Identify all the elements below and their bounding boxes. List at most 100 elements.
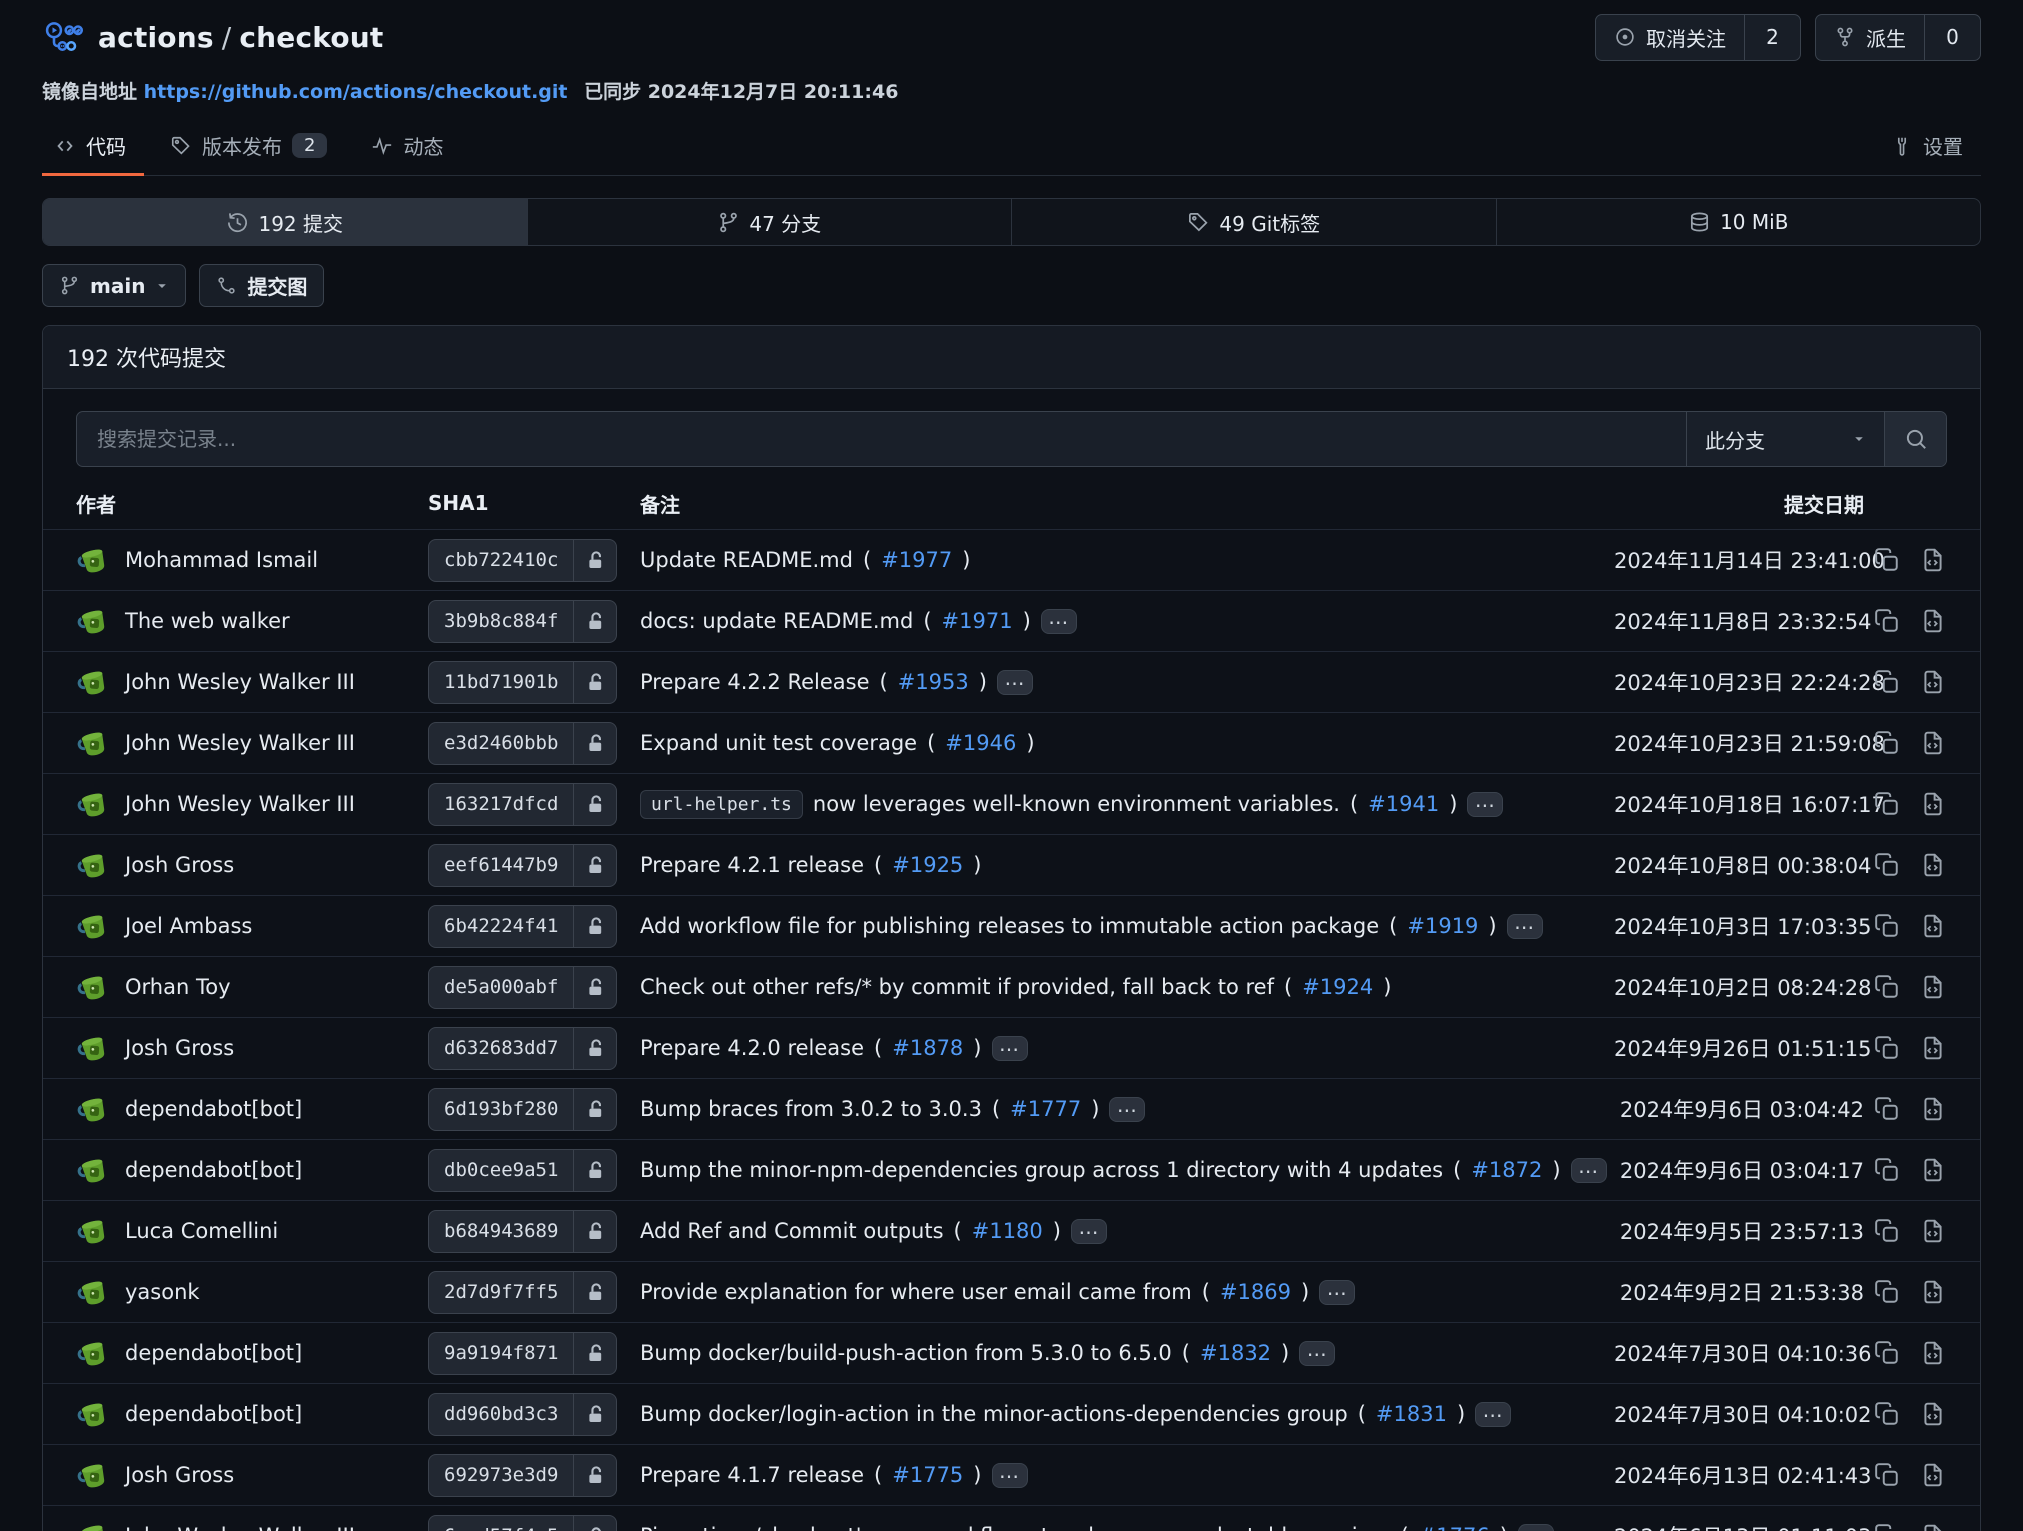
commit-more-button[interactable]: …	[1319, 1280, 1355, 1305]
copy-sha-button[interactable]	[1864, 845, 1910, 885]
copy-sha-button[interactable]	[1864, 723, 1910, 763]
repo-name-link[interactable]: checkout	[239, 21, 383, 54]
commit-sha-button[interactable]: 6ccd57f4c5	[428, 1515, 617, 1531]
browse-files-button[interactable]	[1910, 723, 1956, 763]
copy-sha-button[interactable]	[1864, 1333, 1910, 1373]
browse-files-button[interactable]	[1910, 662, 1956, 702]
commit-sha-button[interactable]: b684943689	[428, 1210, 617, 1253]
tab-settings[interactable]: 设置	[1879, 119, 1981, 175]
commit-sha-button[interactable]: 6d193bf280	[428, 1088, 617, 1131]
browse-files-button[interactable]	[1910, 784, 1956, 824]
commit-sha-button[interactable]: 692973e3d9	[428, 1454, 617, 1497]
commit-issue-link[interactable]: #1977	[881, 548, 952, 572]
commit-issue-link[interactable]: #1953	[898, 670, 969, 694]
tab-activity[interactable]: 动态	[359, 119, 461, 175]
commit-sha-button[interactable]: 2d7d9f7ff5	[428, 1271, 617, 1314]
commit-more-button[interactable]: …	[1299, 1341, 1335, 1366]
commit-search-input[interactable]	[77, 412, 1686, 466]
browse-files-button[interactable]	[1910, 1394, 1956, 1434]
commit-more-button[interactable]: …	[1475, 1402, 1511, 1427]
copy-sha-button[interactable]	[1864, 1516, 1910, 1531]
copy-sha-button[interactable]	[1864, 906, 1910, 946]
commit-sha-button[interactable]: eef61447b9	[428, 844, 617, 887]
browse-files-button[interactable]	[1910, 1211, 1956, 1251]
browse-files-button[interactable]	[1910, 1333, 1956, 1373]
copy-sha-button[interactable]	[1864, 1150, 1910, 1190]
commit-issue-link[interactable]: #1971	[942, 609, 1013, 633]
browse-files-button[interactable]	[1910, 1028, 1956, 1068]
commit-issue-link[interactable]: #1878	[892, 1036, 963, 1060]
copy-sha-button[interactable]	[1864, 1272, 1910, 1312]
commit-more-button[interactable]: …	[992, 1036, 1028, 1061]
commit-more-button[interactable]: …	[992, 1463, 1028, 1488]
copy-sha-button[interactable]	[1864, 1089, 1910, 1129]
browse-files-button[interactable]	[1910, 601, 1956, 641]
commit-issue-link[interactable]: #1180	[972, 1219, 1043, 1243]
commit-graph-button[interactable]: 提交图	[199, 264, 324, 307]
copy-sha-button[interactable]	[1864, 784, 1910, 824]
commit-more-button[interactable]: …	[1071, 1219, 1107, 1244]
commit-more-button[interactable]: …	[1041, 609, 1077, 634]
commit-more-button[interactable]: …	[1507, 914, 1543, 939]
commit-issue-link[interactable]: #1941	[1368, 792, 1439, 816]
commit-more-button[interactable]: …	[1109, 1097, 1145, 1122]
browse-files-button[interactable]	[1910, 1089, 1956, 1129]
browse-files-button[interactable]	[1910, 967, 1956, 1007]
browse-files-button[interactable]	[1910, 1516, 1956, 1531]
browse-files-button[interactable]	[1910, 1272, 1956, 1312]
copy-sha-button[interactable]	[1864, 1394, 1910, 1434]
copy-sha-button[interactable]	[1864, 1455, 1910, 1495]
watchers-count[interactable]: 2	[1744, 15, 1800, 60]
copy-sha-button[interactable]	[1864, 662, 1910, 702]
commit-more-button[interactable]: …	[1467, 792, 1503, 817]
commit-issue-link[interactable]: #1832	[1200, 1341, 1271, 1365]
copy-sha-button[interactable]	[1864, 967, 1910, 1007]
browse-files-button[interactable]	[1910, 845, 1956, 885]
browse-files-button[interactable]	[1910, 1455, 1956, 1495]
commit-issue-link[interactable]: #1925	[892, 853, 963, 877]
mirror-url-link[interactable]: https://github.com/actions/checkout.git	[144, 81, 568, 103]
commit-sha-button[interactable]: 3b9b8c884f	[428, 600, 617, 643]
commit-sha-button[interactable]: de5a000abf	[428, 966, 617, 1009]
copy-sha-button[interactable]	[1864, 1028, 1910, 1068]
commit-sha-button[interactable]: 163217dfcd	[428, 783, 617, 826]
stat-branches[interactable]: 47 分支	[527, 199, 1012, 245]
commit-sha-button[interactable]: dd960bd3c3	[428, 1393, 617, 1436]
commit-sha-button[interactable]: 11bd71901b	[428, 661, 617, 704]
copy-sha-button[interactable]	[1864, 540, 1910, 580]
commit-issue-link[interactable]: #1831	[1376, 1402, 1447, 1426]
commit-issue-link[interactable]: #1776	[1419, 1524, 1490, 1531]
browse-files-button[interactable]	[1910, 1150, 1956, 1190]
commit-sha-button[interactable]: cbb722410c	[428, 539, 617, 582]
browse-files-button[interactable]	[1910, 540, 1956, 580]
commit-more-button[interactable]: …	[997, 670, 1033, 695]
repo-owner-link[interactable]: actions	[98, 21, 214, 54]
forks-count[interactable]: 0	[1924, 15, 1980, 60]
commit-sha-button[interactable]: 9a9194f871	[428, 1332, 617, 1375]
commit-sha-button[interactable]: e3d2460bbb	[428, 722, 617, 765]
commit-search-button[interactable]	[1884, 412, 1946, 466]
tab-code[interactable]: 代码	[42, 119, 144, 175]
commit-issue-link[interactable]: #1919	[1407, 914, 1478, 938]
copy-sha-button[interactable]	[1864, 1211, 1910, 1251]
commit-issue-link[interactable]: #1775	[892, 1463, 963, 1487]
stat-tags[interactable]: 49 Git标签	[1011, 199, 1496, 245]
copy-sha-button[interactable]	[1864, 601, 1910, 641]
commit-issue-link[interactable]: #1872	[1471, 1158, 1542, 1182]
commit-more-button[interactable]: …	[1518, 1524, 1554, 1531]
commit-issue-link[interactable]: #1946	[945, 731, 1016, 755]
commit-sha-button[interactable]: db0cee9a51	[428, 1149, 617, 1192]
commit-sha-button[interactable]: 6b42224f41	[428, 905, 617, 948]
unwatch-button[interactable]: 取消关注 2	[1595, 14, 1801, 61]
commit-issue-link[interactable]: #1777	[1010, 1097, 1081, 1121]
branch-selector[interactable]: main	[42, 264, 186, 307]
commit-more-button[interactable]: …	[1571, 1158, 1607, 1183]
fork-button[interactable]: 派生 0	[1815, 14, 1981, 61]
commit-issue-link[interactable]: #1924	[1302, 975, 1373, 999]
branch-filter-dropdown[interactable]: 此分支	[1686, 412, 1884, 466]
commit-sha-button[interactable]: d632683dd7	[428, 1027, 617, 1070]
stat-commits[interactable]: 192 提交	[43, 199, 527, 245]
browse-files-button[interactable]	[1910, 906, 1956, 946]
commit-issue-link[interactable]: #1869	[1220, 1280, 1291, 1304]
tab-releases[interactable]: 版本发布 2	[158, 119, 345, 175]
